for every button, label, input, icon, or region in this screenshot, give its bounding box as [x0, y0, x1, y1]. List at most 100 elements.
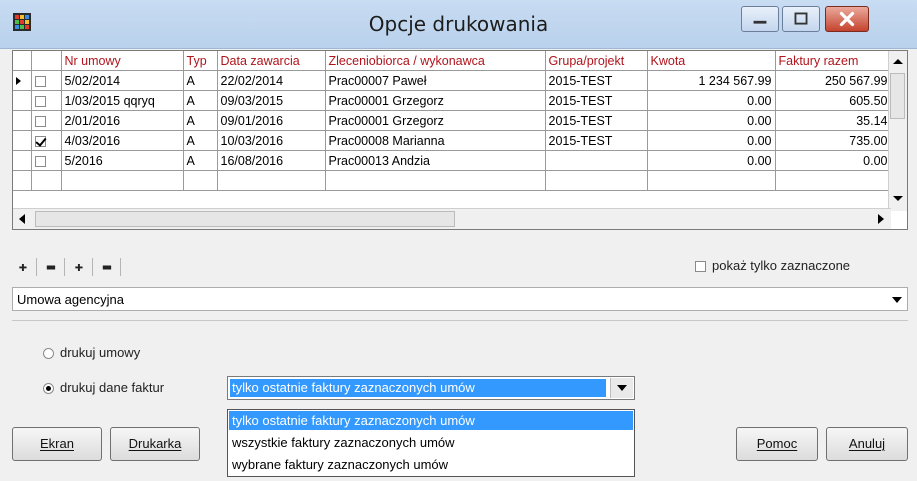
window-title: Opcje drukowania: [368, 12, 549, 36]
horizontal-scroll-thumb[interactable]: [35, 211, 455, 227]
row-checkbox[interactable]: [34, 135, 46, 147]
table-cell-data[interactable]: 09/01/2016: [217, 110, 326, 131]
table-cell-data[interactable]: 10/03/2016: [217, 130, 326, 151]
table-cell-typ[interactable]: A: [183, 130, 218, 151]
table-cell-faktury[interactable]: 35.14: [775, 110, 892, 131]
table-row[interactable]: 5/2016 A 16/08/2016 Prac00013 Andzia 0.00 0.0…: [13, 150, 892, 171]
table-cell-wykonawca[interactable]: Prac00008 Marianna: [325, 130, 546, 151]
chevron-down-icon[interactable]: [892, 297, 902, 303]
table-cell-grupa[interactable]: 2015-TEST: [545, 110, 648, 131]
table-cell-data[interactable]: 09/03/2015: [217, 90, 326, 111]
invoice-scope-option[interactable]: wybrane faktury zaznaczonych umów: [229, 455, 633, 474]
printer-button[interactable]: Drukarka: [110, 427, 200, 461]
row-checkbox[interactable]: [34, 155, 46, 167]
row-checkbox[interactable]: [34, 115, 46, 127]
column-header[interactable]: Typ: [183, 51, 218, 71]
maximize-button[interactable]: [782, 6, 820, 32]
table-cell-nr[interactable]: 4/03/2016: [61, 130, 184, 151]
minimize-button[interactable]: [741, 6, 779, 32]
table-cell-kwota[interactable]: 0.00: [647, 150, 776, 171]
table-cell-faktury[interactable]: 250 567.99: [775, 70, 892, 91]
table-cell-typ[interactable]: A: [183, 110, 218, 131]
contracts-grid[interactable]: Nr umowy Typ Data zawarcia Zleceniobiorc…: [12, 50, 908, 230]
contracts-table: Nr umowy Typ Data zawarcia Zleceniobiorc…: [13, 51, 892, 191]
table-cell-data[interactable]: 22/02/2014: [217, 70, 326, 91]
invoice-scope-option[interactable]: wszystkie faktury zaznaczonych umów: [229, 433, 633, 452]
table-row[interactable]: 5/02/2014 A 22/02/2014 Prac00007 Paweł 2015-…: [13, 70, 892, 91]
help-button[interactable]: Pomoc: [736, 427, 818, 461]
column-header[interactable]: Zleceniobiorca / wykonawca: [325, 51, 546, 71]
column-header[interactable]: Grupa/projekt: [545, 51, 648, 71]
table-cell-faktury[interactable]: 605.50: [775, 90, 892, 111]
table-row[interactable]: 2/01/2016 A 09/01/2016 Prac00001 Grzegorz 20…: [13, 110, 892, 131]
vertical-scrollbar[interactable]: [888, 51, 907, 211]
table-cell-wykonawca[interactable]: Prac00001 Grzegorz: [325, 110, 546, 131]
table-cell-wykonawca[interactable]: Prac00001 Grzegorz: [325, 90, 546, 111]
table-cell-nr[interactable]: 1/03/2015 qqryq: [61, 90, 184, 111]
table-row[interactable]: 1/03/2015 qqryq A 09/03/2015 Prac00001 Grze…: [13, 90, 892, 111]
print-contracts-option[interactable]: drukuj umowy: [43, 345, 140, 360]
title-bar: Opcje drukowania: [0, 0, 917, 49]
scroll-right-icon[interactable]: [877, 214, 885, 224]
print-invoices-option[interactable]: drukuj dane faktur: [43, 380, 164, 395]
column-header[interactable]: Kwota: [647, 51, 776, 71]
print-invoices-radio[interactable]: [43, 383, 54, 395]
scroll-down-icon[interactable]: [892, 195, 904, 203]
column-header[interactable]: Data zawarcia: [217, 51, 326, 71]
header-indicator: [13, 51, 32, 71]
row-checkbox-cell[interactable]: [31, 150, 62, 171]
table-cell-faktury[interactable]: 0.00: [775, 150, 892, 171]
table-cell-empty: [31, 170, 62, 191]
remove-button[interactable]: ▬: [40, 256, 62, 278]
table-cell-kwota[interactable]: 0.00: [647, 110, 776, 131]
row-checkbox-cell[interactable]: [31, 110, 62, 131]
row-checkbox-cell[interactable]: [31, 130, 62, 151]
row-checkbox[interactable]: [34, 95, 46, 107]
invoice-scope-select[interactable]: tylko ostatnie faktury zaznaczonych umów: [227, 376, 635, 400]
table-cell-kwota[interactable]: 0.00: [647, 90, 776, 111]
table-row[interactable]: 4/03/2016 A 10/03/2016 Prac00008 Marianna 20…: [13, 130, 892, 151]
screen-button[interactable]: Ekran: [12, 427, 102, 461]
table-cell-empty: [61, 170, 184, 191]
horizontal-scrollbar[interactable]: [13, 208, 891, 229]
table-cell-grupa[interactable]: [545, 150, 648, 171]
table-cell-data[interactable]: 16/08/2016: [217, 150, 326, 171]
maximize-icon: [794, 12, 808, 25]
table-cell-faktury[interactable]: 735.00: [775, 130, 892, 151]
table-cell-grupa[interactable]: 2015-TEST: [545, 90, 648, 111]
scroll-left-icon[interactable]: [18, 214, 26, 224]
show-only-checked[interactable]: pokaż tylko zaznaczone: [695, 258, 850, 273]
add-button[interactable]: ✚: [12, 256, 34, 278]
column-header[interactable]: Nr umowy: [61, 51, 184, 71]
show-only-checked-checkbox[interactable]: [695, 261, 706, 273]
add-all-button[interactable]: ✚: [68, 256, 90, 278]
scroll-up-icon[interactable]: [892, 57, 904, 65]
add-all-icon: ✚: [74, 259, 84, 275]
table-cell-kwota[interactable]: 0.00: [647, 130, 776, 151]
cancel-button[interactable]: Anuluj: [826, 427, 908, 461]
vertical-scroll-thumb[interactable]: [890, 73, 905, 119]
print-contracts-label: drukuj umowy: [60, 345, 141, 360]
table-cell-typ[interactable]: A: [183, 90, 218, 111]
table-cell-wykonawca[interactable]: Prac00013 Andzia: [325, 150, 546, 171]
column-header[interactable]: Faktury razem: [775, 51, 892, 71]
table-cell-kwota[interactable]: 1 234 567.99: [647, 70, 776, 91]
remove-all-button[interactable]: ▬: [96, 256, 118, 278]
row-checkbox-cell[interactable]: [31, 70, 62, 91]
table-cell-nr[interactable]: 5/02/2014: [61, 70, 184, 91]
row-checkbox[interactable]: [34, 75, 46, 87]
close-button[interactable]: [825, 6, 869, 32]
print-contracts-radio[interactable]: [43, 348, 54, 360]
contract-type-select[interactable]: Umowa agencyjna: [12, 287, 908, 311]
row-checkbox-cell[interactable]: [31, 90, 62, 111]
table-cell-grupa[interactable]: 2015-TEST: [545, 70, 648, 91]
table-cell-typ[interactable]: A: [183, 70, 218, 91]
table-cell-wykonawca[interactable]: Prac00007 Paweł: [325, 70, 546, 91]
table-cell-grupa[interactable]: 2015-TEST: [545, 130, 648, 151]
table-cell-typ[interactable]: A: [183, 150, 218, 171]
table-cell-nr[interactable]: 5/2016: [61, 150, 184, 171]
invoice-scope-option[interactable]: tylko ostatnie faktury zaznaczonych umów: [229, 411, 633, 430]
table-cell-nr[interactable]: 2/01/2016: [61, 110, 184, 131]
invoice-scope-dropdown-button[interactable]: [610, 378, 633, 398]
remove-icon: ▬: [46, 259, 56, 275]
